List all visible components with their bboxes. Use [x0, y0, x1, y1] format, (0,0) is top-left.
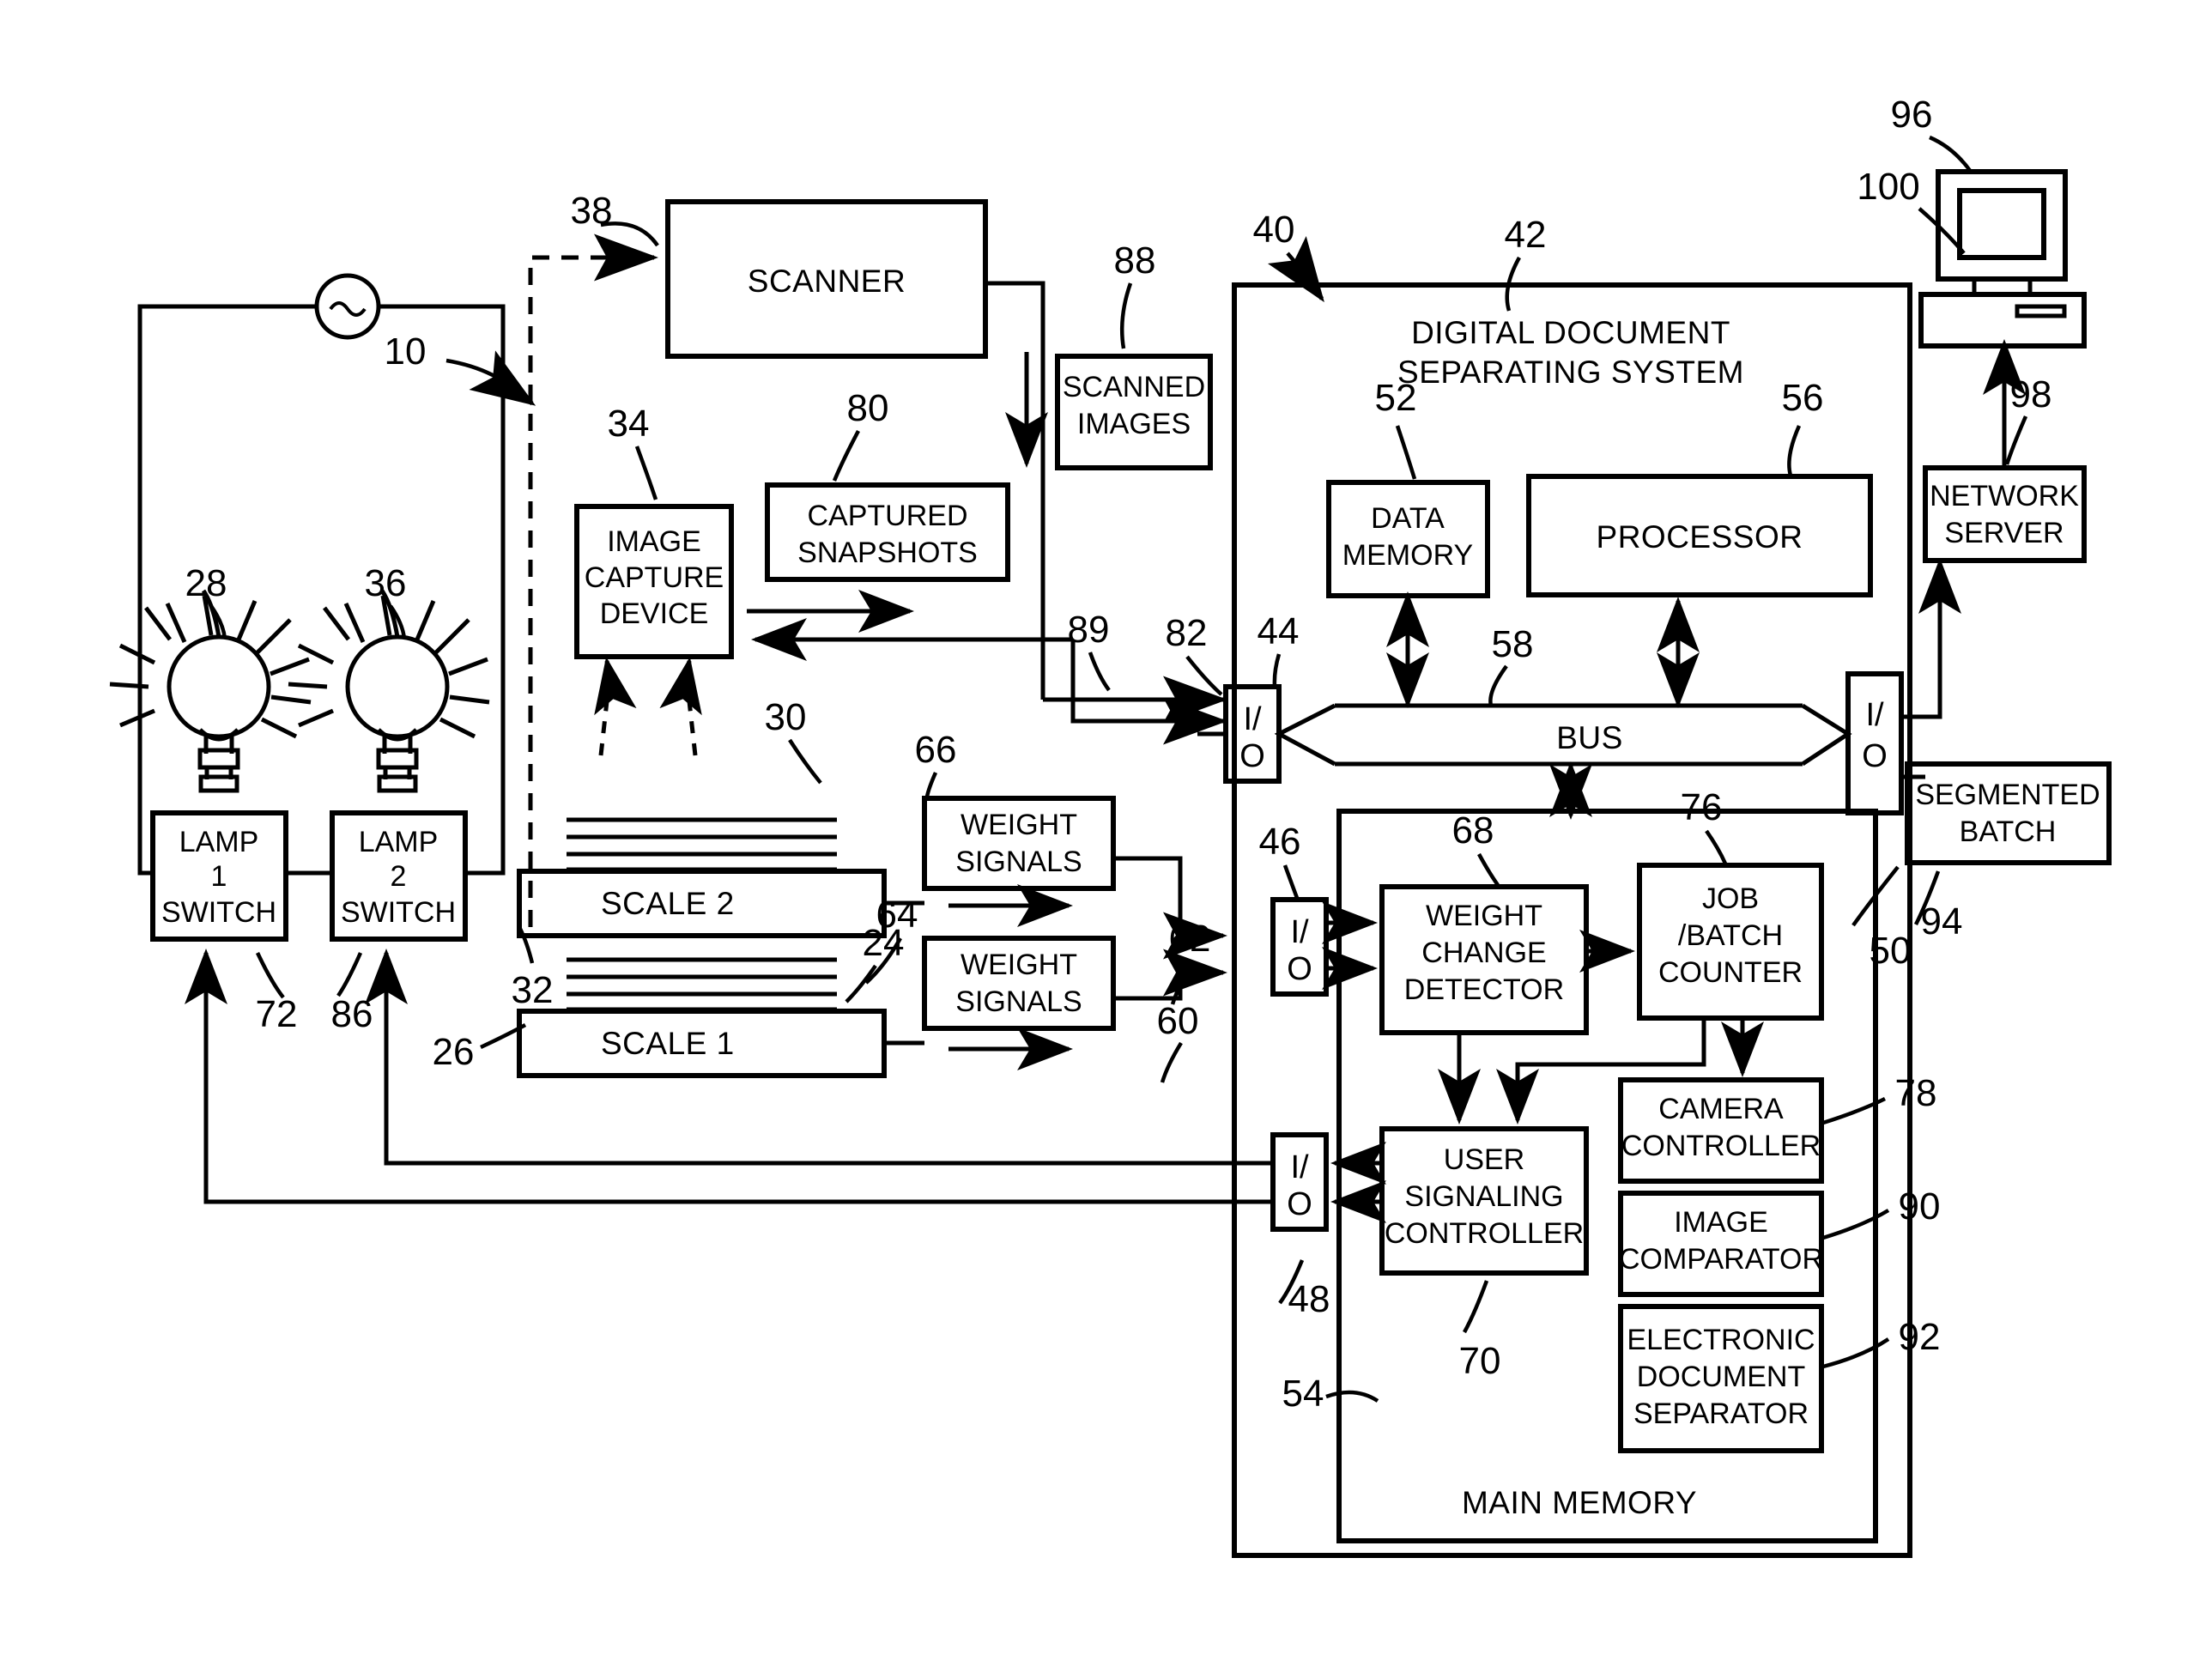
ref-60: 60	[1157, 1000, 1199, 1042]
eds-label-3: SEPARATOR	[1633, 1397, 1809, 1430]
ref-76: 76	[1681, 786, 1723, 828]
dds-title-line-1: DIGITAL DOCUMENT	[1411, 315, 1730, 350]
weight-signals-2-label-2: SIGNALS	[955, 846, 1082, 878]
ref-100: 100	[1857, 166, 1919, 208]
ref-36: 36	[365, 562, 407, 604]
ref-88: 88	[1114, 239, 1156, 282]
ref-48: 48	[1288, 1278, 1330, 1320]
ref-62: 62	[1169, 918, 1211, 960]
ref-78: 78	[1895, 1072, 1937, 1114]
io-48-label-top: I/	[1290, 1149, 1309, 1185]
ref-30: 30	[765, 696, 807, 738]
ref-94: 94	[1921, 900, 1963, 943]
weight-signals-1-label-2: SIGNALS	[955, 985, 1082, 1018]
ref-42: 42	[1505, 214, 1547, 256]
ref-40: 40	[1253, 209, 1295, 251]
usc-label-1: USER	[1444, 1143, 1524, 1176]
ref-90: 90	[1899, 1185, 1941, 1228]
segmented-batch-label-1: SEGMENTED	[1915, 779, 2100, 811]
captured-snapshots-label-1: CAPTURED	[807, 500, 967, 532]
ref-72: 72	[256, 993, 298, 1035]
data-memory-label-1: DATA	[1371, 502, 1445, 535]
ref-32: 32	[512, 969, 554, 1011]
ref-80: 80	[847, 387, 889, 429]
io-46-label-top: I/	[1290, 914, 1309, 950]
image-comparator-label-1: IMAGE	[1674, 1206, 1768, 1239]
image-capture-device-label-2: CAPTURE	[585, 561, 724, 594]
eds-label-2: DOCUMENT	[1637, 1361, 1805, 1393]
scanner-label: SCANNER	[748, 264, 906, 299]
ref-28: 28	[185, 562, 227, 604]
io-50-label-top: I/	[1865, 697, 1884, 733]
processor-label: PROCESSOR	[1597, 519, 1803, 555]
network-server-label-2: SERVER	[1944, 517, 2064, 549]
ref-34: 34	[608, 403, 650, 445]
eds-label-1: ELECTRONIC	[1627, 1324, 1815, 1356]
dds-title-line-2: SEPARATING SYSTEM	[1397, 355, 1744, 390]
weight-signals-2-label-1: WEIGHT	[961, 809, 1077, 841]
lamp-2-label-2: 2	[391, 860, 407, 893]
image-capture-device-label-1: IMAGE	[607, 525, 701, 558]
weight-signals-1-label-1: WEIGHT	[961, 949, 1077, 981]
io-50-label-bottom: O	[1862, 738, 1888, 774]
scale-2-label: SCALE 2	[601, 886, 735, 921]
ref-52: 52	[1375, 377, 1417, 419]
ref-82: 82	[1166, 612, 1208, 654]
ref-98: 98	[2010, 373, 2052, 415]
jbc-label-3: COUNTER	[1658, 956, 1803, 989]
main-memory-label: MAIN MEMORY	[1462, 1485, 1697, 1520]
jbc-label-1: JOB	[1702, 882, 1759, 915]
io-48-label-bottom: O	[1287, 1186, 1312, 1222]
ref-10: 10	[385, 330, 427, 373]
camera-controller-label-1: CAMERA	[1658, 1093, 1784, 1125]
lamp-1-label-2: 1	[211, 860, 227, 893]
ref-26: 26	[433, 1031, 475, 1073]
ref-89: 89	[1068, 609, 1110, 651]
scale-1-label: SCALE 1	[601, 1026, 735, 1061]
image-capture-device-label-3: DEVICE	[600, 597, 709, 630]
ref-46: 46	[1259, 821, 1301, 863]
ref-50: 50	[1870, 930, 1912, 972]
data-memory-label-2: MEMORY	[1342, 539, 1473, 572]
usc-label-2: SIGNALING	[1404, 1180, 1563, 1213]
usc-label-3: CONTROLLER	[1385, 1217, 1584, 1250]
wcd-label-1: WEIGHT	[1426, 900, 1542, 932]
ref-68: 68	[1452, 809, 1494, 852]
network-server-label-1: NETWORK	[1930, 480, 2079, 512]
wcd-label-2: CHANGE	[1421, 937, 1546, 969]
wcd-label-3: DETECTOR	[1404, 973, 1564, 1006]
ref-92: 92	[1899, 1316, 1941, 1358]
segmented-batch-label-2: BATCH	[1960, 815, 2057, 848]
image-comparator-label-2: COMPARATOR	[1619, 1243, 1823, 1276]
camera-controller-label-2: CONTROLLER	[1621, 1130, 1821, 1162]
ref-66: 66	[915, 729, 957, 771]
io-46-label-bottom: O	[1287, 951, 1312, 987]
ref-38: 38	[571, 190, 613, 232]
ref-86: 86	[331, 993, 373, 1035]
scanned-images-label-2: IMAGES	[1077, 408, 1191, 440]
jbc-label-2: /BATCH	[1678, 919, 1783, 952]
ref-70: 70	[1459, 1340, 1501, 1382]
scanned-images-label-1: SCANNED	[1063, 371, 1205, 403]
io-44-label-bottom: O	[1239, 738, 1265, 774]
ref-24: 24	[863, 922, 905, 964]
captured-snapshots-label-2: SNAPSHOTS	[797, 537, 978, 569]
ref-96: 96	[1891, 94, 1933, 136]
lamp-1-label-3: SWITCH	[161, 896, 276, 929]
ref-44: 44	[1258, 610, 1300, 652]
bus-label: BUS	[1556, 720, 1623, 755]
lamp-2-label-3: SWITCH	[341, 896, 456, 929]
ref-58: 58	[1492, 623, 1534, 665]
ref-56: 56	[1782, 377, 1824, 419]
lamp-1-label-1: LAMP	[179, 826, 259, 858]
lamp-2-label-1: LAMP	[359, 826, 439, 858]
patent-figure-canvas: SCANNER IMAGE CAPTURE DEVICE CAPTURED SN…	[0, 0, 2212, 1655]
ref-54: 54	[1282, 1373, 1324, 1415]
io-44-label-top: I/	[1243, 701, 1262, 737]
